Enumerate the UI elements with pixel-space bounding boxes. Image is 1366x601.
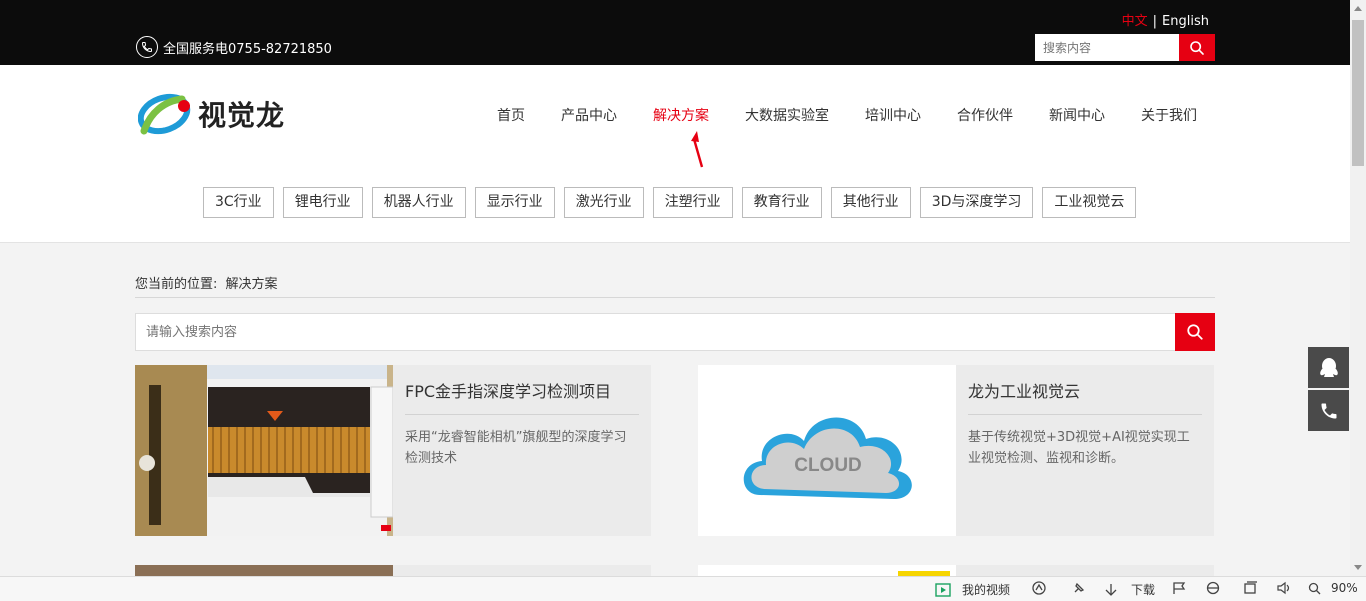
- zoom-icon: [1308, 582, 1321, 594]
- download-button[interactable]: 下载: [1104, 581, 1155, 598]
- solutions-search-button[interactable]: [1175, 313, 1215, 351]
- solutions-search-input[interactable]: [136, 314, 1175, 350]
- breadcrumb-current[interactable]: 解决方案: [226, 277, 278, 292]
- nav-item-about[interactable]: 关于我们: [1141, 105, 1197, 125]
- cloud-image-text: CLOUD: [794, 455, 862, 476]
- category-education[interactable]: 教育行业: [741, 187, 822, 218]
- top-search: [1035, 34, 1215, 61]
- main-nav: 首页 产品中心 解决方案 大数据实验室 培训中心 合作伙伴 新闻中心 关于我们: [461, 105, 1197, 125]
- lang-separator: |: [1152, 14, 1158, 29]
- card-title[interactable]: FPC金手指深度学习检测项目: [405, 378, 639, 415]
- logo-text: 视觉龙: [198, 99, 286, 132]
- phone-icon: [1321, 403, 1336, 418]
- qq-icon: [1319, 357, 1338, 377]
- zoom-control[interactable]: 90%: [1308, 581, 1358, 595]
- nav-item-training[interactable]: 培训中心: [865, 105, 921, 125]
- top-search-button[interactable]: [1179, 34, 1215, 61]
- speed-icon[interactable]: [1032, 581, 1046, 595]
- top-search-input[interactable]: [1035, 34, 1179, 61]
- breadcrumb-label: 您当前的位置:: [135, 277, 218, 292]
- card-thumbnail: CLOUD: [698, 365, 956, 536]
- browser-status-bar: 我的视频 下载 90%: [0, 576, 1366, 601]
- category-other[interactable]: 其他行业: [830, 187, 911, 218]
- phone-icon: [136, 36, 158, 58]
- category-lithium[interactable]: 锂电行业: [282, 187, 363, 218]
- qq-contact-button[interactable]: [1308, 347, 1349, 388]
- volume-icon[interactable]: [1277, 581, 1293, 595]
- solution-card[interactable]: CLOUD 龙为工业视觉云 基于传统视觉+3D视觉+AI视觉实现工业视觉检测、监…: [698, 365, 1214, 536]
- scrollbar-thumb[interactable]: [1352, 20, 1364, 166]
- window-icon[interactable]: [1243, 581, 1257, 595]
- category-display[interactable]: 显示行业: [474, 187, 555, 218]
- nav-item-solutions[interactable]: 解决方案: [653, 105, 709, 125]
- search-icon: [1187, 324, 1203, 340]
- card-thumbnail: [135, 365, 393, 536]
- lang-chinese-link[interactable]: 中文: [1122, 14, 1148, 29]
- nav-item-bigdata-lab[interactable]: 大数据实验室: [745, 105, 829, 125]
- my-video-label: 我的视频: [962, 583, 1011, 597]
- language-switch: 中文 | English: [1122, 10, 1209, 29]
- scroll-down-icon[interactable]: [1354, 565, 1362, 570]
- vertical-scrollbar[interactable]: [1350, 0, 1366, 576]
- card-title[interactable]: 龙为工业视觉云: [968, 378, 1202, 415]
- logo[interactable]: 视觉龙: [138, 93, 285, 135]
- logo-icon: [138, 93, 191, 135]
- lang-english-link[interactable]: English: [1162, 14, 1209, 29]
- pin-icon[interactable]: [1072, 581, 1086, 595]
- category-injection[interactable]: 注塑行业: [652, 187, 733, 218]
- industry-categories: 3C行业 锂电行业 机器人行业 显示行业 激光行业 注塑行业 教育行业 其他行业…: [203, 187, 1145, 218]
- breadcrumb: 您当前的位置: 解决方案: [135, 273, 278, 292]
- category-robot[interactable]: 机器人行业: [371, 187, 466, 218]
- category-industrial-cloud[interactable]: 工业视觉云: [1042, 187, 1137, 218]
- scroll-up-icon[interactable]: [1354, 6, 1362, 11]
- play-icon: [935, 582, 951, 597]
- phone-contact-button[interactable]: [1308, 390, 1349, 431]
- card-description: 基于传统视觉+3D视觉+AI视觉实现工业视觉检测、监视和诊断。: [968, 430, 1190, 466]
- nav-item-news[interactable]: 新闻中心: [1049, 105, 1105, 125]
- card-description: 采用“龙睿智能相机”旗舰型的深度学习检测技术: [405, 430, 627, 466]
- category-3c[interactable]: 3C行业: [203, 187, 274, 218]
- top-bar: 中文 | English 全国服务电0755-82721850: [0, 0, 1350, 65]
- nav-item-home[interactable]: 首页: [497, 105, 525, 125]
- flag-icon[interactable]: [1172, 581, 1186, 595]
- nav-item-partners[interactable]: 合作伙伴: [957, 105, 1013, 125]
- nav-item-products[interactable]: 产品中心: [561, 105, 617, 125]
- annotation-arrow-icon: [691, 131, 704, 168]
- phone-text: 全国服务电0755-82721850: [163, 41, 332, 57]
- search-icon: [1190, 40, 1204, 55]
- card-info: FPC金手指深度学习检测项目 采用“龙睿智能相机”旗舰型的深度学习检测技术: [393, 365, 651, 536]
- solution-card[interactable]: FPC金手指深度学习检测项目 采用“龙睿智能相机”旗舰型的深度学习检测技术: [135, 365, 651, 536]
- ie-icon[interactable]: [1206, 581, 1220, 595]
- solutions-search: [135, 313, 1215, 351]
- site-header: 视觉龙 首页 产品中心 解决方案 大数据实验室 培训中心 合作伙伴 新闻中心 关…: [0, 65, 1350, 243]
- download-label: 下载: [1131, 583, 1156, 597]
- card-info: 龙为工业视觉云 基于传统视觉+3D视觉+AI视觉实现工业视觉检测、监视和诊断。: [956, 365, 1214, 536]
- category-3d-deep-learning[interactable]: 3D与深度学习: [919, 187, 1034, 218]
- category-laser[interactable]: 激光行业: [563, 187, 644, 218]
- zoom-level: 90%: [1331, 581, 1358, 595]
- my-video-button[interactable]: 我的视频: [935, 581, 1010, 598]
- service-phone: 全国服务电0755-82721850: [136, 36, 332, 58]
- divider: [135, 297, 1215, 298]
- download-icon: [1105, 583, 1117, 596]
